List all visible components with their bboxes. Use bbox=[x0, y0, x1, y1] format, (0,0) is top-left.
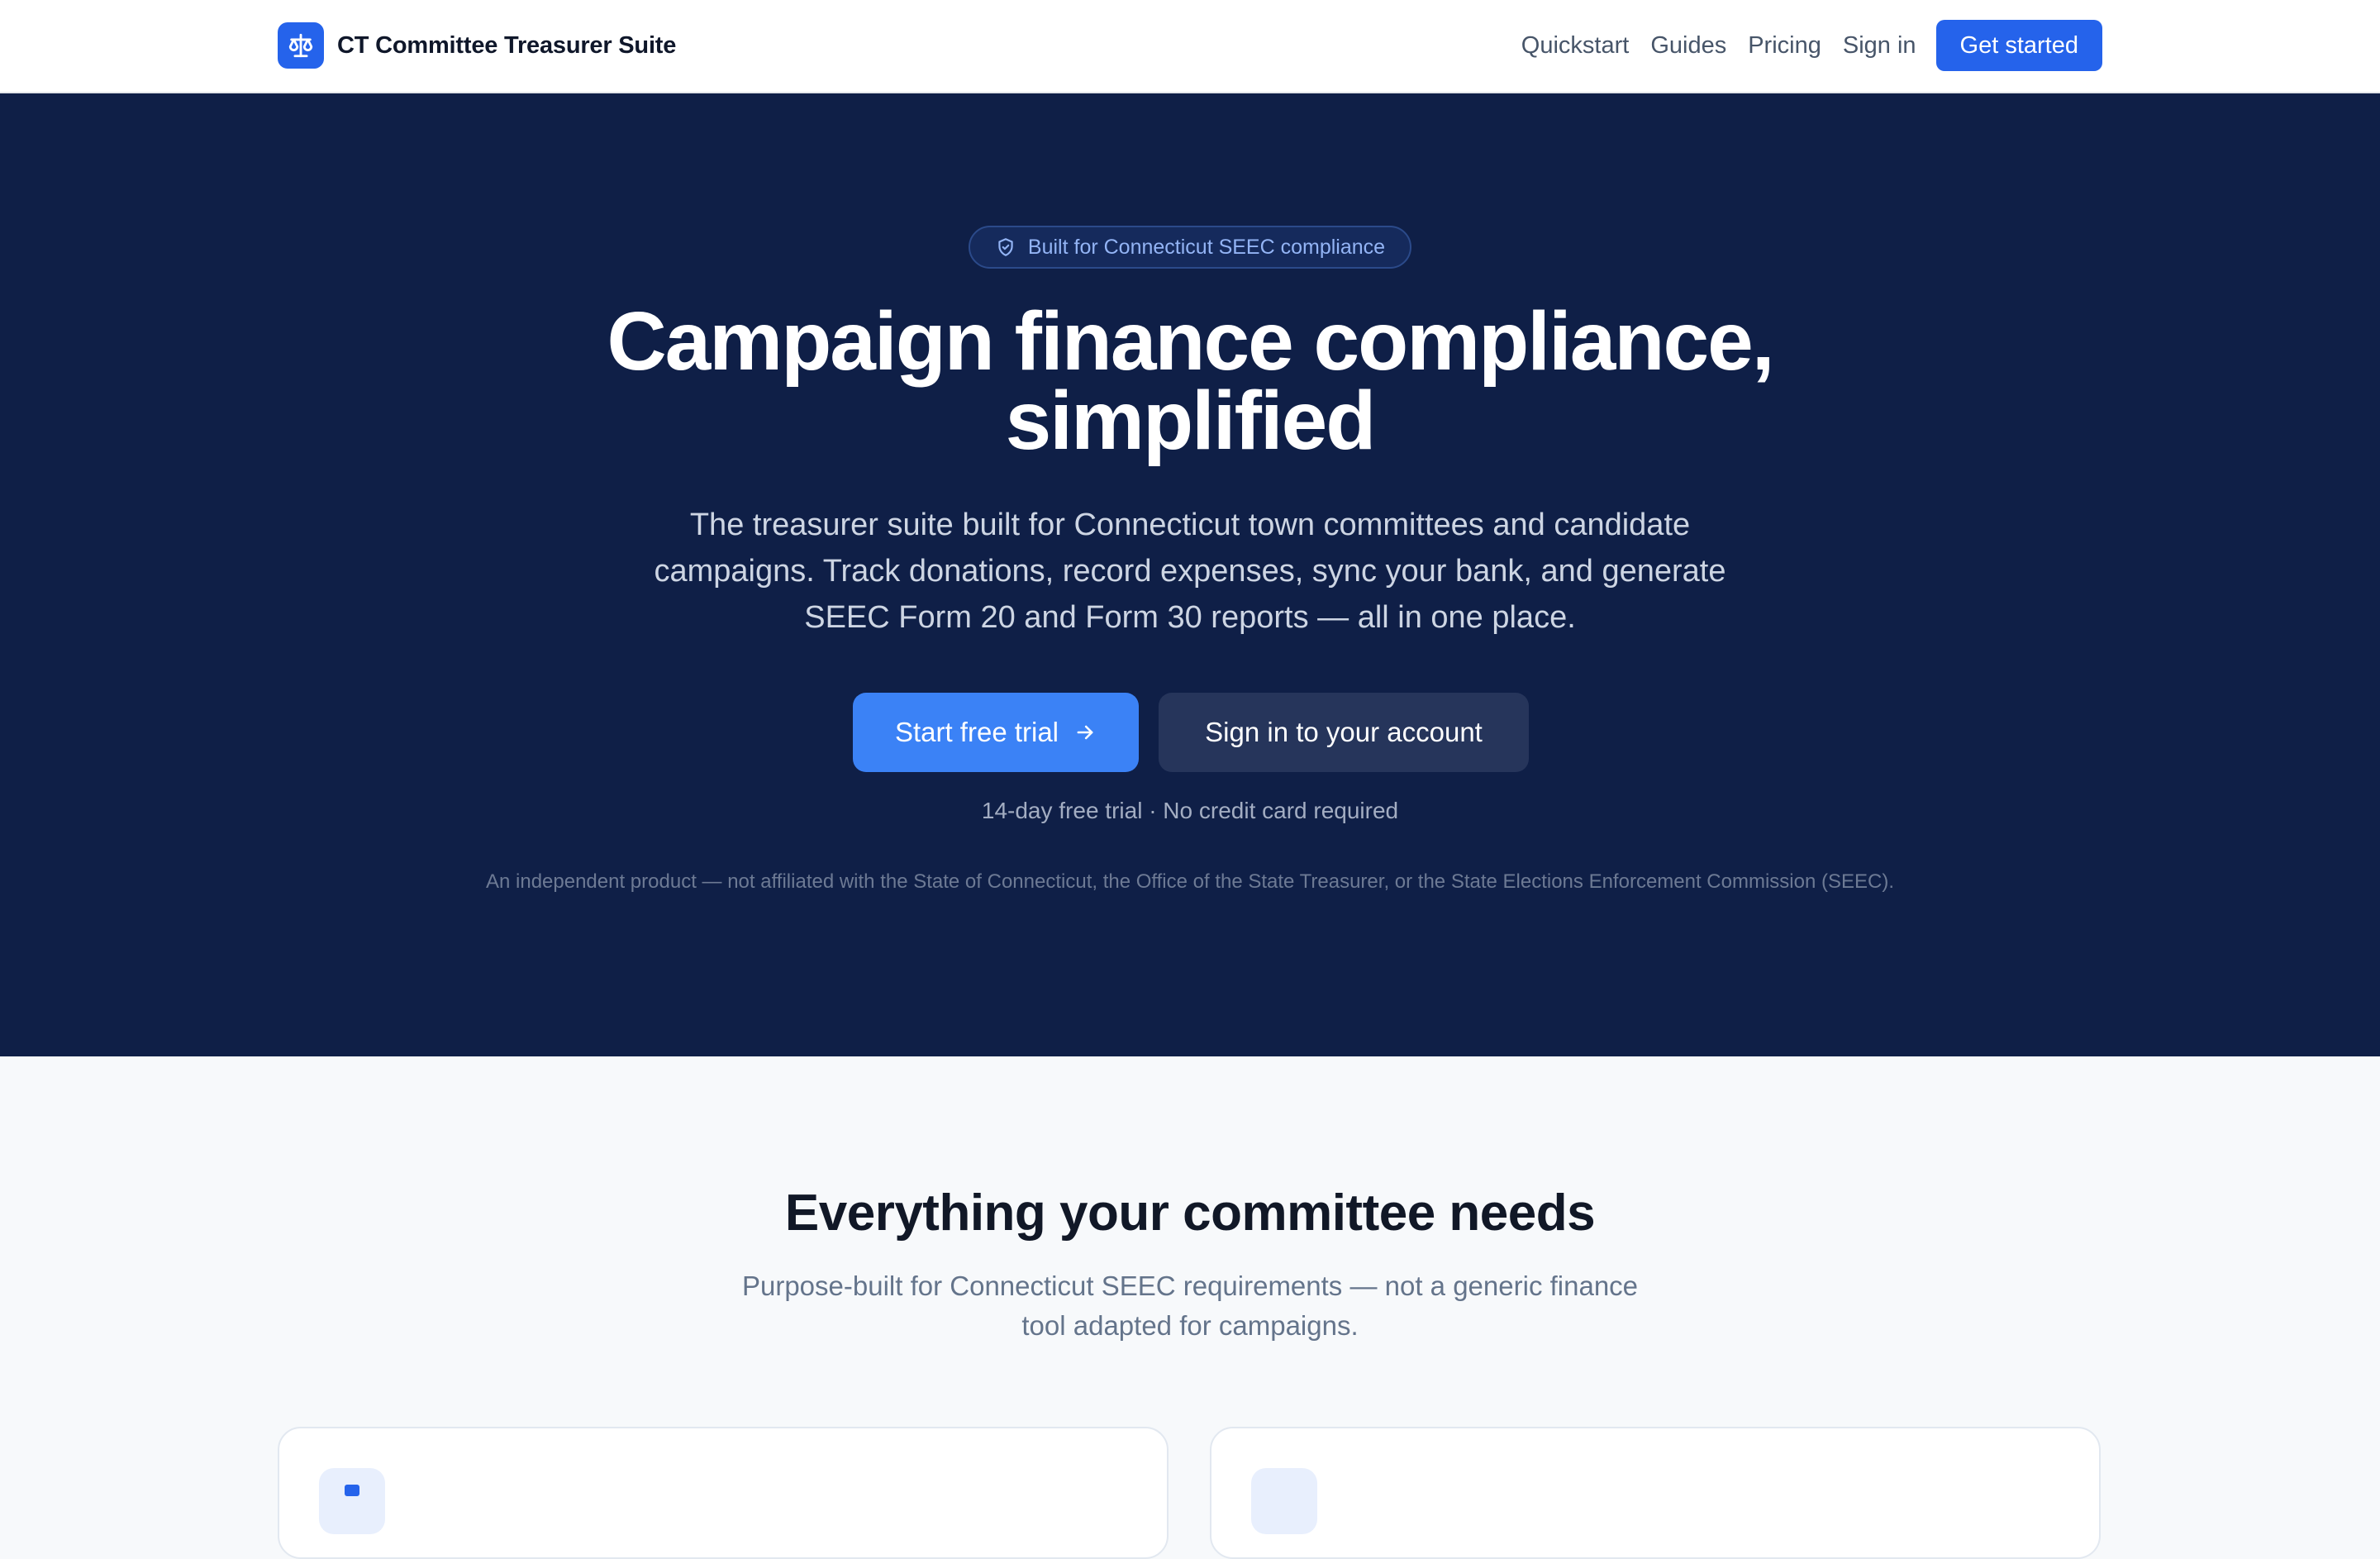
nav-link-guides[interactable]: Guides bbox=[1650, 32, 1726, 60]
nav-link-quickstart[interactable]: Quickstart bbox=[1521, 32, 1630, 60]
shield-check-icon bbox=[998, 238, 1013, 256]
hero-title: Campaign finance compliance, simplified bbox=[446, 295, 1934, 467]
feature-card bbox=[1210, 1427, 2101, 1559]
hero-buttons: Start free trial Sign in to your account bbox=[853, 693, 1529, 772]
feature-icon bbox=[1251, 1468, 1317, 1534]
nav-links: Quickstart Guides Pricing Sign in Get st… bbox=[1521, 20, 2102, 71]
get-started-button[interactable]: Get started bbox=[1935, 20, 2102, 71]
hero-title-line-2: simplified bbox=[1005, 374, 1377, 467]
nav-link-pricing[interactable]: Pricing bbox=[1748, 32, 1821, 60]
start-free-trial-button[interactable]: Start free trial bbox=[853, 693, 1139, 772]
trial-note: 14-day free trial · No credit card requi… bbox=[981, 798, 1399, 823]
disclaimer: An independent product — not affiliated … bbox=[485, 870, 1895, 893]
arrow-right-icon bbox=[1077, 725, 1093, 740]
sign-in-account-button[interactable]: Sign in to your account bbox=[1159, 693, 1529, 772]
brand-name: CT Committee Treasurer Suite bbox=[337, 31, 677, 59]
feature-card bbox=[278, 1427, 1169, 1559]
features-title: Everything your committee needs bbox=[784, 1185, 1596, 1242]
hero-subtitle-line-3: SEEC Form 20 and Form 30 reports — all i… bbox=[804, 600, 1576, 635]
hero-subtitle: The treasurer suite built for Connecticu… bbox=[612, 502, 1768, 641]
hero-title-line-1: Campaign finance compliance, bbox=[607, 295, 1774, 388]
top-navbar: CT Committee Treasurer Suite Quickstart … bbox=[0, 0, 2380, 93]
nav-link-sign-in[interactable]: Sign in bbox=[1843, 32, 1916, 60]
features-subtitle: Purpose-built for Connecticut SEEC requi… bbox=[711, 1266, 1669, 1346]
badge-label: Built for Connecticut SEEC compliance bbox=[1027, 235, 1386, 259]
compliance-badge: Built for Connecticut SEEC compliance bbox=[969, 226, 1411, 269]
features-subtitle-line-1: Purpose-built for Connecticut SEEC requi… bbox=[741, 1271, 1639, 1301]
brand-link[interactable]: CT Committee Treasurer Suite bbox=[278, 22, 676, 69]
hero-subtitle-line-2: campaigns. Track donations, record expen… bbox=[654, 554, 1726, 589]
start-free-trial-label: Start free trial bbox=[894, 717, 1059, 747]
features-subtitle-line-2: tool adapted for campaigns. bbox=[1021, 1310, 1359, 1341]
scale-icon bbox=[278, 22, 324, 69]
feature-icon bbox=[319, 1468, 385, 1534]
hero-section: Built for Connecticut SEEC compliance Ca… bbox=[0, 93, 2380, 1056]
hero-subtitle-line-1: The treasurer suite built for Connecticu… bbox=[689, 508, 1691, 542]
